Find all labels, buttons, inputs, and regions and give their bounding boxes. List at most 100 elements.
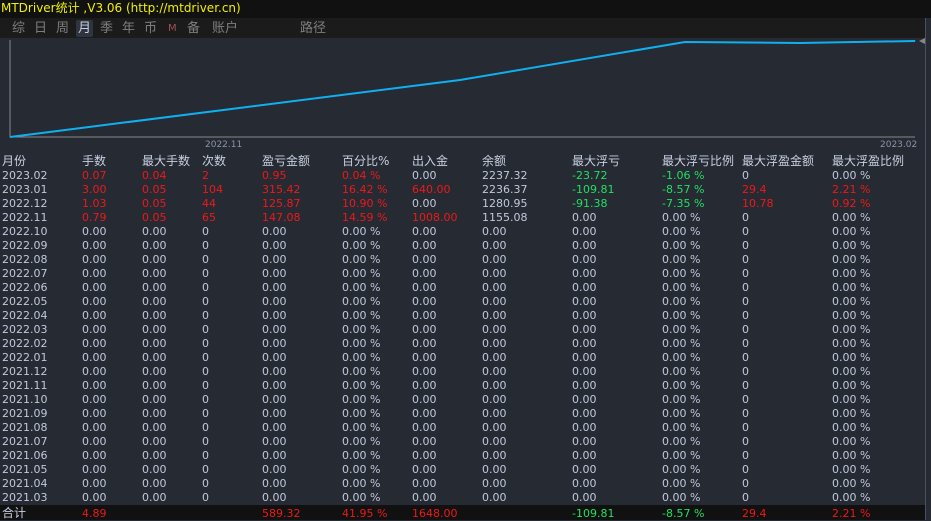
table-cell: 0.00 % <box>342 421 381 434</box>
table-cell: 0.00 <box>412 449 437 462</box>
table-cell: 0.00 <box>572 379 597 392</box>
tab-7[interactable]: M <box>166 20 179 37</box>
table-cell: 0.00 <box>142 393 167 406</box>
table-row: 2022.04 0.00 0.00 0 0.00 0.00 % 0.00 0.00 0.00 0.… <box>0 309 925 323</box>
table-cell: 0 <box>202 463 209 476</box>
table-cell: 0.00 <box>572 295 597 308</box>
tab-1[interactable]: 日 <box>32 20 49 37</box>
table-cell: 0.00 % <box>342 225 381 238</box>
table-cell: 0.00 <box>482 365 507 378</box>
table-cell: 0.00 % <box>662 281 701 294</box>
table-cell: 0.00 % <box>832 393 871 406</box>
table-cell: 0.00 <box>82 477 107 490</box>
table-cell: 0.00 <box>412 281 437 294</box>
table-cell: 0.00 % <box>342 379 381 392</box>
table-cell: 0.00 % <box>342 477 381 490</box>
table-cell: 0.00 <box>262 309 287 322</box>
table-cell: 0 <box>202 239 209 252</box>
total-percent: 41.95 % <box>342 507 388 520</box>
table-cell: 0.00 <box>572 477 597 490</box>
table-cell: 0.00 % <box>662 463 701 476</box>
table-cell: 0.00 <box>82 295 107 308</box>
table-cell: 0 <box>202 351 209 364</box>
table-cell: 0.00 <box>262 281 287 294</box>
table-cell: 640.00 <box>412 183 451 196</box>
table-cell: 0 <box>202 435 209 448</box>
total-max-float-profit: 29.4 <box>742 507 767 520</box>
table-cell: 1008.00 <box>412 211 458 224</box>
table-cell: 0.00 <box>572 393 597 406</box>
tab-0[interactable]: 综 <box>10 20 27 37</box>
table-cell: 0.00 <box>82 365 107 378</box>
table-cell: 0.00 <box>572 267 597 280</box>
table-cell: 0.00 % <box>832 239 871 252</box>
total-max-float-loss-pct: -8.57 % <box>662 507 705 520</box>
table-cell: 0.00 % <box>342 393 381 406</box>
table-cell: 0.00 <box>82 393 107 406</box>
table-cell: 0.00 <box>82 435 107 448</box>
table-cell: 2.21 % <box>832 183 871 196</box>
table-cell: 0 <box>202 225 209 238</box>
table-cell: 125.87 <box>262 197 301 210</box>
column-header: 最大浮盈比例 <box>832 154 905 168</box>
tab-8[interactable]: 备 <box>185 20 202 37</box>
column-header: 盈亏金额 <box>262 154 311 168</box>
table-cell: 2022.01 <box>2 351 48 364</box>
table-cell: 0 <box>202 295 209 308</box>
table-row: 2022.06 0.00 0.00 0 0.00 0.00 % 0.00 0.00 0.00 0.… <box>0 281 925 295</box>
table-cell: 0 <box>202 477 209 490</box>
column-header: 月份 <box>2 154 27 168</box>
tab-4[interactable]: 季 <box>98 20 115 37</box>
table-cell: 0.00 % <box>832 281 871 294</box>
table-cell: 0.00 <box>262 477 287 490</box>
table-cell: -109.81 <box>572 183 615 196</box>
table-cell: 0.95 <box>262 169 287 182</box>
table-cell: 147.08 <box>262 211 301 224</box>
table-cell: 0.00 <box>262 365 287 378</box>
tab-9[interactable]: 账户 <box>210 20 240 37</box>
table-cell: 0 <box>202 407 209 420</box>
table-cell: 0.00 <box>142 463 167 476</box>
table-cell: 0.00 <box>82 421 107 434</box>
table-cell: 0.00 % <box>832 463 871 476</box>
table-cell: 0.00 % <box>662 407 701 420</box>
table-cell: 2022.03 <box>2 323 48 336</box>
table-cell: 0.00 % <box>662 267 701 280</box>
table-cell: 14.59 % <box>342 211 388 224</box>
table-cell: 0.00 <box>482 239 507 252</box>
table-cell: 0.00 <box>412 295 437 308</box>
table-cell: 0.00 <box>482 393 507 406</box>
table-cell: 0.00 <box>572 463 597 476</box>
table-row: 2022.02 0.00 0.00 0 0.00 0.00 % 0.00 0.00 0.00 0.… <box>0 337 925 351</box>
table-cell: 0.00 % <box>662 421 701 434</box>
table-cell: 0.00 <box>142 379 167 392</box>
table-cell: 0 <box>742 365 749 378</box>
table-cell: 3.00 <box>82 183 107 196</box>
table-cell: 0 <box>742 211 749 224</box>
table-cell: 1155.08 <box>482 211 528 224</box>
table-cell: 0.00 <box>262 407 287 420</box>
table-cell: 0 <box>742 337 749 350</box>
table-cell: 0.00 <box>262 239 287 252</box>
scrollbar[interactable] <box>925 18 931 520</box>
table-cell: 2022.12 <box>2 197 48 210</box>
table-cell: 0.00 <box>142 407 167 420</box>
tab-3[interactable]: 月 <box>76 20 94 37</box>
tab-6[interactable]: 币 <box>142 20 159 37</box>
table-cell: 0 <box>202 393 209 406</box>
table-cell: 0.00 <box>142 337 167 350</box>
tab-10[interactable]: 路径 <box>298 20 328 37</box>
tab-2[interactable]: 周 <box>54 20 71 37</box>
table-cell: 0.00 % <box>662 435 701 448</box>
table-cell: 0.00 % <box>662 295 701 308</box>
table-cell: 2022.04 <box>2 309 48 322</box>
table-cell: 0.00 % <box>342 309 381 322</box>
table-cell: 0 <box>742 491 749 504</box>
table-cell: 0.00 <box>82 351 107 364</box>
table-cell: 2022.05 <box>2 295 48 308</box>
tab-5[interactable]: 年 <box>120 20 137 37</box>
table-cell: -7.35 % <box>662 197 705 210</box>
table-cell: 2021.11 <box>2 379 48 392</box>
table-cell: 0.00 <box>142 323 167 336</box>
table-cell: 0.00 <box>82 309 107 322</box>
